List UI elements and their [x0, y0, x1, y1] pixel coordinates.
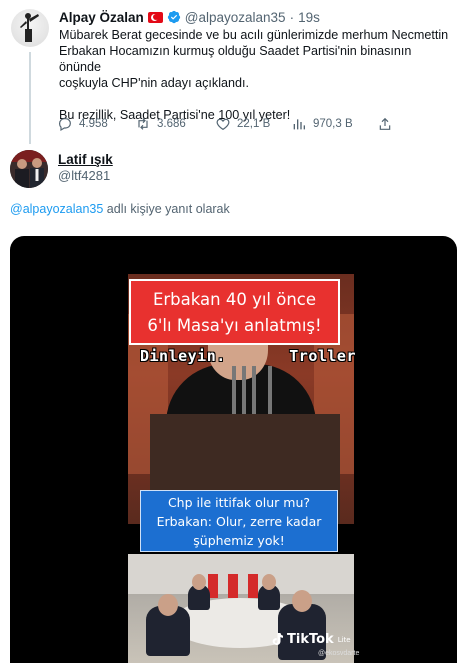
caption-sub-right: Troller — [289, 347, 356, 365]
verified-badge-icon — [167, 10, 180, 24]
tweet-time[interactable]: 19s — [298, 10, 320, 25]
reply-author-name[interactable]: Latif ışık — [58, 152, 113, 167]
heart-icon — [216, 118, 230, 131]
avatar-photo-icon — [10, 150, 48, 188]
author-avatar[interactable] — [11, 9, 49, 47]
retweet-count: 3.686 — [157, 118, 186, 130]
tweet-text-line: coşkuyla CHP'nin adayı açıklandı. — [59, 76, 250, 90]
reply-button[interactable]: 4.958 — [57, 116, 108, 132]
caption-question: Chp ile ittifak olur mu? Erbakan: Olur, … — [140, 490, 338, 552]
tiktok-username: @ekosvdarte — [318, 650, 360, 657]
tiktok-wordmark: TikTok — [287, 632, 334, 647]
tweet-actions: 4.958 3.686 22,1 B 970,3 B — [57, 114, 397, 134]
tweet-text-line: Mübarek Berat gecesinde ve bu acılı günl… — [59, 28, 449, 42]
author-name[interactable]: Alpay Özalan — [59, 10, 144, 25]
tweet-header: Alpay Özalan @alpayozalan35 · 19s — [59, 9, 320, 25]
share-button[interactable] — [377, 116, 393, 132]
tweet-text-line: Erbakan Hocamızın kurmuş olduğu Saadet P… — [59, 44, 412, 74]
share-icon — [379, 117, 391, 130]
caption-sub-left: Dinleyin. — [140, 347, 226, 365]
avatar-silhouette-icon — [20, 13, 39, 42]
tiktok-lite-badge: Lite — [337, 635, 351, 644]
tiktok-watermark: TikTok Lite — [272, 632, 351, 647]
views-count: 970,3 B — [313, 118, 353, 130]
like-button[interactable]: 22,1 B — [215, 116, 270, 132]
tiktok-logo-icon — [272, 633, 283, 646]
retweet-button[interactable]: 3.686 — [135, 116, 186, 132]
caption-subheadline: Dinleyin. Troller — [140, 347, 356, 367]
author-handle[interactable]: @alpayozalan35 — [185, 10, 286, 25]
reply-author-avatar[interactable] — [10, 150, 48, 188]
thread-connector-line — [29, 52, 31, 144]
like-count: 22,1 B — [237, 118, 271, 130]
caption-headline-line: 6'lı Masa'yı anlatmış! — [147, 316, 322, 335]
caption-headline-line: Erbakan 40 yıl önce — [152, 290, 317, 309]
retweet-icon — [138, 118, 148, 130]
tweet-text: Mübarek Berat gecesinde ve bu acılı günl… — [59, 27, 454, 123]
caption-question-line: Chp ile ittifak olur mu? — [167, 495, 311, 510]
video-player[interactable]: Erbakan 40 yıl önce 6'lı Masa'yı anlatmı… — [10, 236, 457, 663]
caption-headline: Erbakan 40 yıl önce 6'lı Masa'yı anlatmı… — [129, 279, 340, 345]
caption-question-line: şüphemiz yok! — [193, 533, 285, 548]
parent-tweet[interactable]: Alpay Özalan @alpayozalan35 · 19s Mübare… — [0, 0, 461, 144]
replying-to-mention[interactable]: @alpayozalan35 — [10, 202, 103, 216]
views-chart-icon — [293, 119, 305, 130]
reply-count: 4.958 — [79, 118, 108, 130]
turkey-flag-icon — [147, 11, 163, 23]
views-button[interactable]: 970,3 B — [291, 116, 353, 132]
caption-question-line: Erbakan: Olur, zerre kadar — [156, 514, 322, 529]
reply-author-handle[interactable]: @ltf4281 — [58, 168, 110, 183]
reply-icon — [59, 118, 71, 132]
separator-dot: · — [289, 9, 295, 25]
replying-to-suffix: adlı kişiye yanıt olarak — [103, 202, 230, 216]
replying-to: @alpayozalan35 adlı kişiye yanıt olarak — [10, 202, 230, 216]
